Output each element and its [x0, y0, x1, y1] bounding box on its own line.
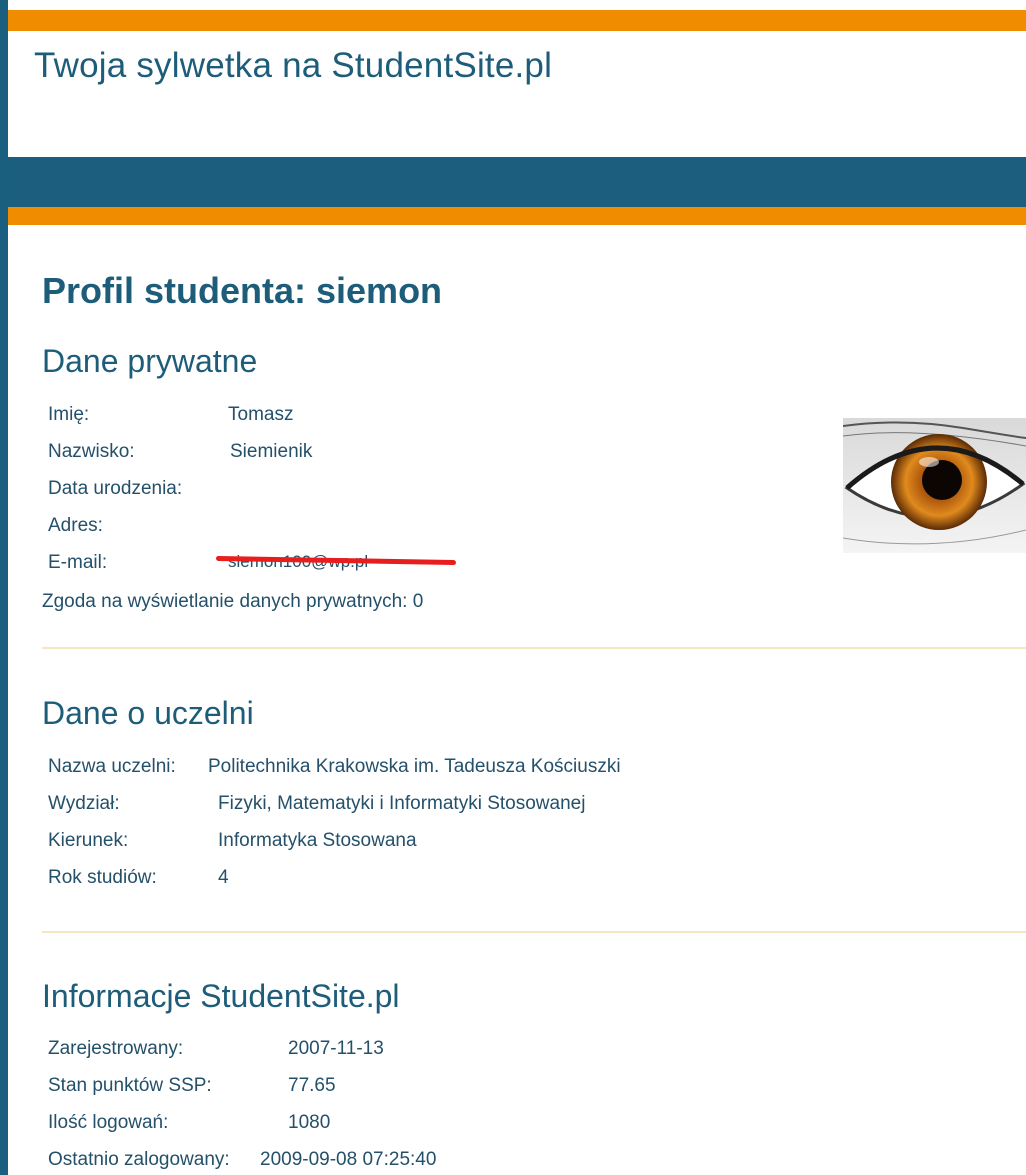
field-label: Nazwisko: [48, 441, 135, 462]
site-info-heading: Informacje StudentSite.pl [42, 978, 400, 1014]
field-label: Imię: [48, 404, 90, 425]
section-divider [42, 931, 1026, 933]
field-label: Nazwa uczelni: [48, 756, 176, 777]
site-title: Twoja sylwetka na StudentSite.pl [34, 46, 553, 85]
private-data-heading: Dane prywatne [42, 343, 258, 379]
field-value: Politechnika Krakowska im. Tadeusza Kośc… [208, 756, 621, 777]
field-label: Ostatnio zalogowany: [48, 1149, 230, 1170]
field-label: Wydział: [48, 793, 120, 814]
field-value: 1080 [288, 1112, 331, 1133]
field-value: Siemienik [230, 441, 313, 462]
field-value: Fizyki, Matematyki i Informatyki Stosowa… [218, 793, 586, 814]
university-heading: Dane o uczelni [42, 695, 254, 731]
profile-title: Profil studenta: siemon [42, 270, 443, 311]
left-border [0, 0, 8, 1175]
field-label: Ilość logowań: [48, 1112, 169, 1133]
avatar [843, 418, 1026, 553]
field-value: Informatyka Stosowana [218, 830, 417, 851]
field-label: Data urodzenia: [48, 478, 183, 499]
field-label: Rok studiów: [48, 867, 157, 888]
field-label: Zarejestrowany: [48, 1038, 184, 1059]
field-label: E-mail: [48, 552, 108, 573]
field-label: Stan punktów SSP: [48, 1075, 212, 1096]
field-value: Tomasz [228, 404, 294, 425]
field-value: 4 [218, 867, 229, 888]
orange-band [8, 207, 1026, 225]
field-value: 2007-11-13 [288, 1038, 384, 1059]
section-divider [42, 647, 1026, 649]
field-value: 77.65 [288, 1075, 336, 1096]
field-label: Kierunek: [48, 830, 129, 851]
blue-band [8, 157, 1026, 207]
field-value: 2009-09-08 07:25:40 [260, 1149, 437, 1170]
top-orange-stripe [8, 10, 1026, 31]
consent-text: Zgoda na wyświetlanie danych prywatnych:… [42, 591, 424, 612]
field-label: Adres: [48, 515, 103, 536]
